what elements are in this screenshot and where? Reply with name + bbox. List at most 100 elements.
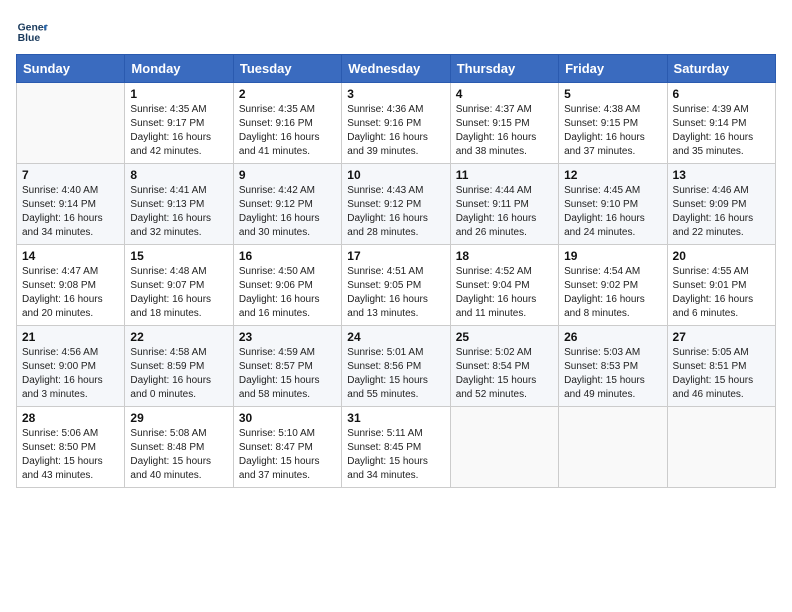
page-header: General Blue xyxy=(16,16,776,48)
day-cell xyxy=(559,407,667,488)
day-cell: 14 Sunrise: 4:47 AM Sunset: 9:08 PM Dayli… xyxy=(17,245,125,326)
column-header-sunday: Sunday xyxy=(17,55,125,83)
day-number: 31 xyxy=(347,411,444,425)
day-cell: 2Sunrise: 4:35 AM Sunset: 9:16 PM Daylig… xyxy=(233,83,341,164)
day-info: Sunrise: 4:47 AM Sunset: 9:08 PM Dayligh… xyxy=(22,265,119,321)
day-number: 27 xyxy=(673,330,770,344)
day-cell xyxy=(17,83,125,164)
day-info: Sunrise: 4:50 AM Sunset: 9:06 PM Dayligh… xyxy=(239,265,336,321)
day-info: Sunrise: 4:59 AM Sunset: 8:57 PM Dayligh… xyxy=(239,346,336,402)
day-cell: 18 Sunrise: 4:52 AM Sunset: 9:04 PM Dayli… xyxy=(450,245,558,326)
column-header-tuesday: Tuesday xyxy=(233,55,341,83)
day-cell: 1Sunrise: 4:35 AM Sunset: 9:17 PM Daylig… xyxy=(125,83,233,164)
logo-icon: General Blue xyxy=(16,16,48,48)
day-info: Sunrise: 4:56 AM Sunset: 9:00 PM Dayligh… xyxy=(22,346,119,402)
day-cell: 20 Sunrise: 4:55 AM Sunset: 9:01 PM Dayli… xyxy=(667,245,775,326)
day-cell xyxy=(667,407,775,488)
day-number: 16 xyxy=(239,249,336,263)
column-header-wednesday: Wednesday xyxy=(342,55,450,83)
day-number: 9 xyxy=(239,168,336,182)
day-info: Sunrise: 5:08 AM Sunset: 8:48 PM Dayligh… xyxy=(130,427,227,483)
day-info: Sunrise: 4:45 AM Sunset: 9:10 PM Dayligh… xyxy=(564,184,661,240)
day-number: 5 xyxy=(564,87,661,101)
day-number: 25 xyxy=(456,330,553,344)
day-number: 19 xyxy=(564,249,661,263)
day-info: Sunrise: 5:01 AM Sunset: 8:56 PM Dayligh… xyxy=(347,346,444,402)
calendar-body: 1Sunrise: 4:35 AM Sunset: 9:17 PM Daylig… xyxy=(17,83,776,488)
day-cell: 9 Sunrise: 4:42 AM Sunset: 9:12 PM Daylig… xyxy=(233,164,341,245)
day-cell: 17 Sunrise: 4:51 AM Sunset: 9:05 PM Dayli… xyxy=(342,245,450,326)
day-cell: 21 Sunrise: 4:56 AM Sunset: 9:00 PM Dayli… xyxy=(17,326,125,407)
column-header-saturday: Saturday xyxy=(667,55,775,83)
day-cell: 27 Sunrise: 5:05 AM Sunset: 8:51 PM Dayli… xyxy=(667,326,775,407)
day-info: Sunrise: 5:05 AM Sunset: 8:51 PM Dayligh… xyxy=(673,346,770,402)
day-number: 7 xyxy=(22,168,119,182)
day-number: 22 xyxy=(130,330,227,344)
day-info: Sunrise: 4:43 AM Sunset: 9:12 PM Dayligh… xyxy=(347,184,444,240)
day-info: Sunrise: 4:44 AM Sunset: 9:11 PM Dayligh… xyxy=(456,184,553,240)
day-info: Sunrise: 4:37 AM Sunset: 9:15 PM Dayligh… xyxy=(456,103,553,159)
day-info: Sunrise: 4:38 AM Sunset: 9:15 PM Dayligh… xyxy=(564,103,661,159)
day-cell: 23 Sunrise: 4:59 AM Sunset: 8:57 PM Dayli… xyxy=(233,326,341,407)
day-info: Sunrise: 4:41 AM Sunset: 9:13 PM Dayligh… xyxy=(130,184,227,240)
day-info: Sunrise: 4:35 AM Sunset: 9:17 PM Dayligh… xyxy=(130,103,227,159)
day-cell: 26 Sunrise: 5:03 AM Sunset: 8:53 PM Dayli… xyxy=(559,326,667,407)
day-info: Sunrise: 5:10 AM Sunset: 8:47 PM Dayligh… xyxy=(239,427,336,483)
day-number: 18 xyxy=(456,249,553,263)
week-row-5: 28 Sunrise: 5:06 AM Sunset: 8:50 PM Dayli… xyxy=(17,407,776,488)
calendar-header-row: SundayMondayTuesdayWednesdayThursdayFrid… xyxy=(17,55,776,83)
week-row-4: 21 Sunrise: 4:56 AM Sunset: 9:00 PM Dayli… xyxy=(17,326,776,407)
day-number: 2 xyxy=(239,87,336,101)
day-cell: 5 Sunrise: 4:38 AM Sunset: 9:15 PM Daylig… xyxy=(559,83,667,164)
day-number: 14 xyxy=(22,249,119,263)
day-info: Sunrise: 5:11 AM Sunset: 8:45 PM Dayligh… xyxy=(347,427,444,483)
day-info: Sunrise: 4:51 AM Sunset: 9:05 PM Dayligh… xyxy=(347,265,444,321)
day-cell: 7 Sunrise: 4:40 AM Sunset: 9:14 PM Daylig… xyxy=(17,164,125,245)
day-cell: 25Sunrise: 5:02 AM Sunset: 8:54 PM Dayli… xyxy=(450,326,558,407)
day-cell: 12 Sunrise: 4:45 AM Sunset: 9:10 PM Dayli… xyxy=(559,164,667,245)
day-number: 30 xyxy=(239,411,336,425)
day-cell: 24 Sunrise: 5:01 AM Sunset: 8:56 PM Dayli… xyxy=(342,326,450,407)
day-info: Sunrise: 4:55 AM Sunset: 9:01 PM Dayligh… xyxy=(673,265,770,321)
day-cell: 16 Sunrise: 4:50 AM Sunset: 9:06 PM Dayli… xyxy=(233,245,341,326)
calendar-table: SundayMondayTuesdayWednesdayThursdayFrid… xyxy=(16,54,776,488)
week-row-2: 7 Sunrise: 4:40 AM Sunset: 9:14 PM Daylig… xyxy=(17,164,776,245)
day-info: Sunrise: 5:03 AM Sunset: 8:53 PM Dayligh… xyxy=(564,346,661,402)
day-number: 23 xyxy=(239,330,336,344)
column-header-friday: Friday xyxy=(559,55,667,83)
day-cell: 22 Sunrise: 4:58 AM Sunset: 8:59 PM Dayli… xyxy=(125,326,233,407)
day-number: 12 xyxy=(564,168,661,182)
day-info: Sunrise: 4:39 AM Sunset: 9:14 PM Dayligh… xyxy=(673,103,770,159)
day-number: 8 xyxy=(130,168,227,182)
day-cell: 15Sunrise: 4:48 AM Sunset: 9:07 PM Dayli… xyxy=(125,245,233,326)
day-number: 26 xyxy=(564,330,661,344)
day-cell: 13Sunrise: 4:46 AM Sunset: 9:09 PM Dayli… xyxy=(667,164,775,245)
week-row-1: 1Sunrise: 4:35 AM Sunset: 9:17 PM Daylig… xyxy=(17,83,776,164)
day-info: Sunrise: 4:42 AM Sunset: 9:12 PM Dayligh… xyxy=(239,184,336,240)
day-info: Sunrise: 4:52 AM Sunset: 9:04 PM Dayligh… xyxy=(456,265,553,321)
day-number: 28 xyxy=(22,411,119,425)
day-info: Sunrise: 4:40 AM Sunset: 9:14 PM Dayligh… xyxy=(22,184,119,240)
week-row-3: 14 Sunrise: 4:47 AM Sunset: 9:08 PM Dayli… xyxy=(17,245,776,326)
day-number: 13 xyxy=(673,168,770,182)
day-number: 4 xyxy=(456,87,553,101)
day-cell: 10 Sunrise: 4:43 AM Sunset: 9:12 PM Dayli… xyxy=(342,164,450,245)
day-info: Sunrise: 4:54 AM Sunset: 9:02 PM Dayligh… xyxy=(564,265,661,321)
day-number: 10 xyxy=(347,168,444,182)
day-cell: 11 Sunrise: 4:44 AM Sunset: 9:11 PM Dayli… xyxy=(450,164,558,245)
day-number: 3 xyxy=(347,87,444,101)
day-number: 11 xyxy=(456,168,553,182)
day-cell: 28 Sunrise: 5:06 AM Sunset: 8:50 PM Dayli… xyxy=(17,407,125,488)
day-cell: 30 Sunrise: 5:10 AM Sunset: 8:47 PM Dayli… xyxy=(233,407,341,488)
day-number: 20 xyxy=(673,249,770,263)
day-info: Sunrise: 4:36 AM Sunset: 9:16 PM Dayligh… xyxy=(347,103,444,159)
day-cell: 29Sunrise: 5:08 AM Sunset: 8:48 PM Dayli… xyxy=(125,407,233,488)
day-number: 21 xyxy=(22,330,119,344)
day-cell xyxy=(450,407,558,488)
day-number: 24 xyxy=(347,330,444,344)
column-header-monday: Monday xyxy=(125,55,233,83)
day-info: Sunrise: 4:58 AM Sunset: 8:59 PM Dayligh… xyxy=(130,346,227,402)
day-number: 17 xyxy=(347,249,444,263)
day-info: Sunrise: 5:06 AM Sunset: 8:50 PM Dayligh… xyxy=(22,427,119,483)
svg-text:General: General xyxy=(18,22,48,33)
